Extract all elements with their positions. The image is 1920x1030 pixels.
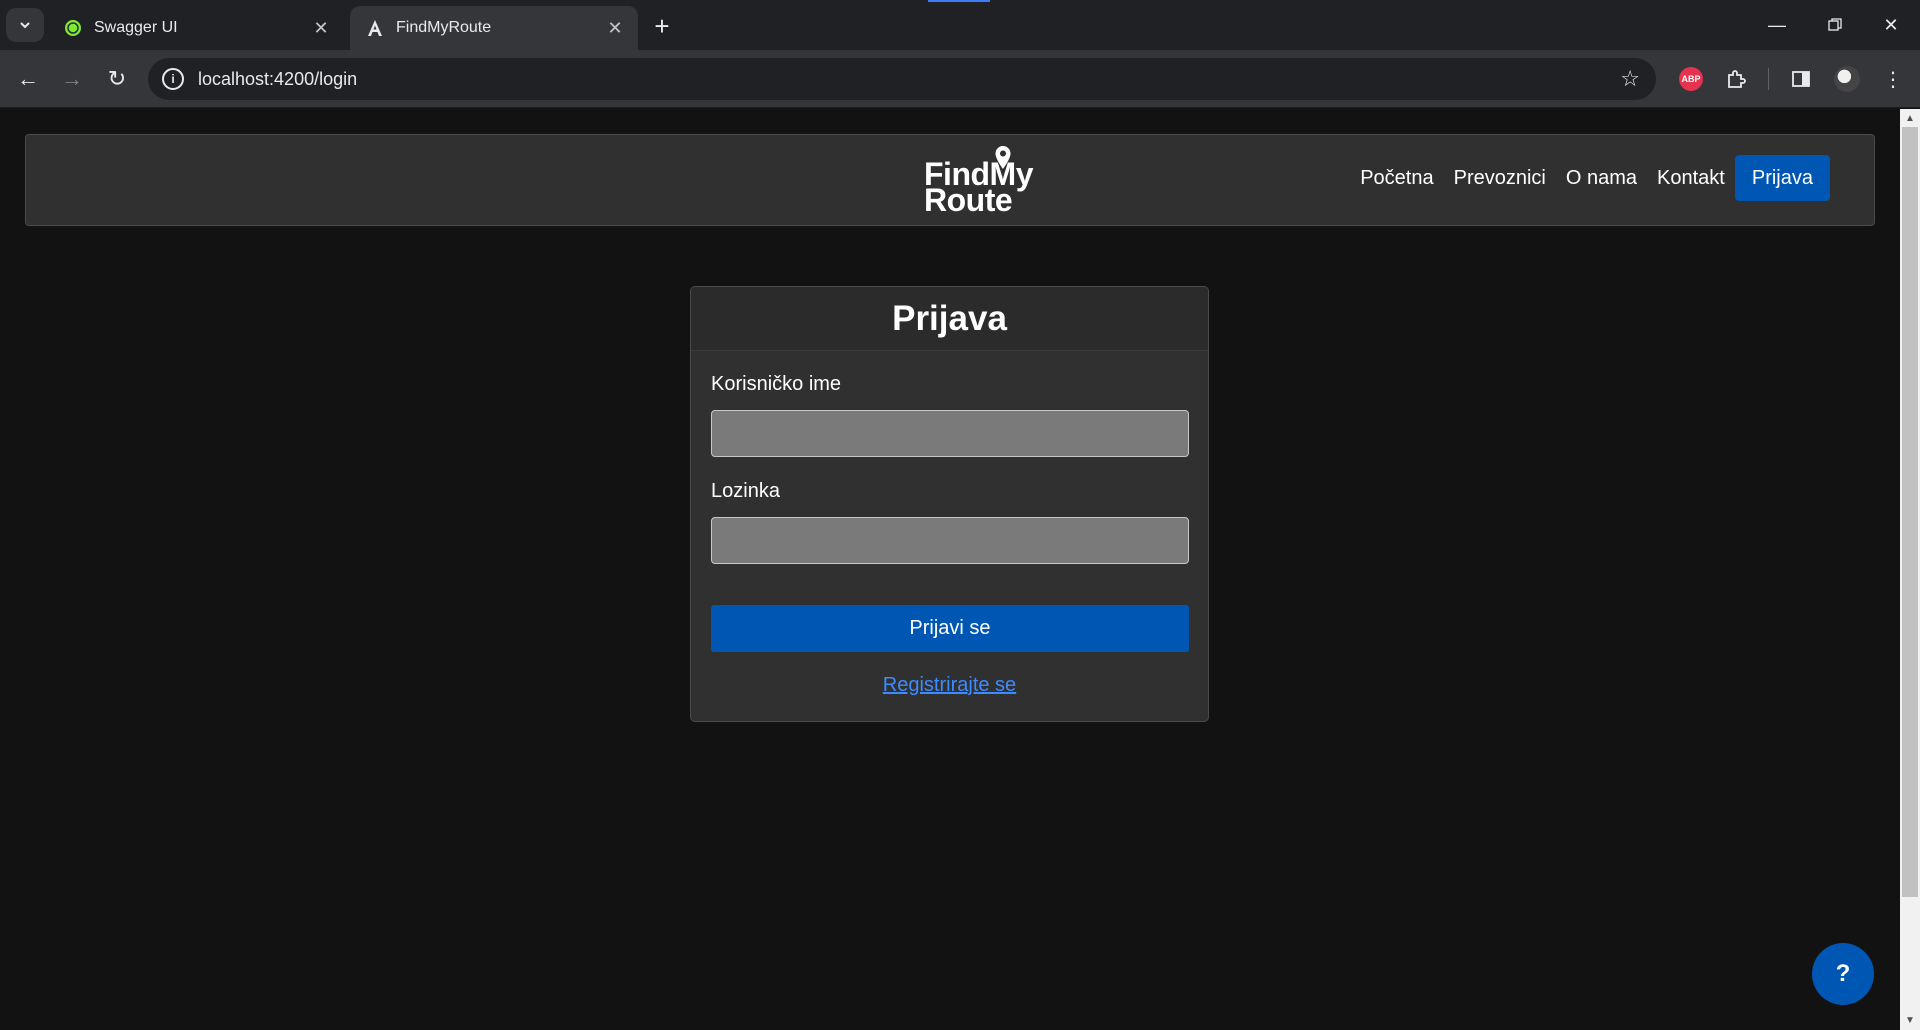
scrollbar-thumb[interactable] [1902, 127, 1918, 897]
nav-login-button[interactable]: Prijava [1734, 155, 1830, 201]
nav-link-prevoznici[interactable]: Prevoznici [1454, 167, 1546, 190]
login-card: Prijava Korisničko ime Lozinka Prijavi s… [690, 286, 1209, 722]
tab-title: FindMyRoute [396, 19, 492, 36]
site-navbar: FindMy Route Početna Prevoznici O nama K… [25, 134, 1875, 226]
bookmark-star-icon[interactable]: ☆ [1620, 66, 1640, 92]
extensions-puzzle-icon[interactable] [1721, 64, 1751, 94]
side-panel-icon[interactable] [1786, 64, 1816, 94]
forward-arrow-icon[interactable]: → [52, 59, 92, 99]
password-input[interactable] [711, 517, 1189, 564]
address-bar[interactable]: i localhost:4200/login ☆ [148, 58, 1656, 100]
close-icon[interactable]: ✕ [310, 17, 332, 39]
findmyroute-logo[interactable]: FindMy Route [896, 145, 1036, 217]
username-input[interactable] [711, 410, 1189, 457]
toolbar-separator [1768, 68, 1769, 90]
restore-icon[interactable] [1806, 0, 1864, 50]
password-label: Lozinka [711, 480, 780, 502]
url-text[interactable]: localhost:4200/login [198, 69, 1620, 90]
tab-findmyroute[interactable]: FindMyRoute ✕ [350, 6, 638, 50]
new-tab-button[interactable]: + [646, 10, 678, 42]
chevron-down-icon [20, 22, 30, 29]
adblock-extension-button[interactable]: ABP [1676, 64, 1706, 94]
login-submit-button[interactable]: Prijavi se [711, 605, 1189, 652]
username-label: Korisničko ime [711, 373, 842, 395]
nav-link-pocetna[interactable]: Početna [1360, 167, 1433, 190]
login-title: Prijava [691, 287, 1208, 351]
close-window-icon[interactable]: ✕ [1862, 0, 1920, 50]
vertical-scrollbar[interactable]: ▲ ▼ [1900, 109, 1920, 1030]
back-arrow-icon[interactable]: ← [8, 59, 48, 99]
nav-link-o-nama[interactable]: O nama [1566, 167, 1637, 190]
tab-search-button[interactable] [6, 8, 44, 42]
site-info-icon[interactable]: i [162, 68, 184, 90]
nav-link-kontakt[interactable]: Kontakt [1657, 167, 1725, 190]
page-content: FindMy Route Početna Prevoznici O nama K… [0, 109, 1900, 1030]
menu-kebab-icon[interactable]: ⋮ [1878, 64, 1908, 94]
minimize-icon[interactable]: — [1748, 0, 1806, 50]
profile-avatar[interactable] [1832, 64, 1862, 94]
help-button[interactable]: ? [1812, 943, 1874, 1005]
swagger-icon [65, 20, 81, 36]
tab-title: Swagger UI [94, 19, 178, 36]
logo-text-line2: Route [924, 182, 1013, 218]
browser-tab-bar: Swagger UI ✕ FindMyRoute ✕ + — ✕ [0, 0, 1920, 50]
abp-icon: ABP [1679, 67, 1703, 91]
nav-links: Početna Prevoznici O nama Kontakt Prijav… [1340, 155, 1830, 201]
scroll-down-arrow-icon[interactable]: ▼ [1905, 1015, 1915, 1026]
angular-icon [368, 20, 382, 36]
browser-toolbar: ← → ↻ i localhost:4200/login ☆ ABP ⋮ [0, 50, 1920, 108]
register-link[interactable]: Registrirajte se [691, 674, 1208, 697]
close-icon[interactable]: ✕ [604, 17, 626, 39]
scroll-up-arrow-icon[interactable]: ▲ [1905, 113, 1915, 124]
tab-indicator [928, 0, 990, 2]
reload-icon[interactable]: ↻ [97, 59, 137, 99]
tab-swagger[interactable]: Swagger UI ✕ [48, 6, 344, 50]
